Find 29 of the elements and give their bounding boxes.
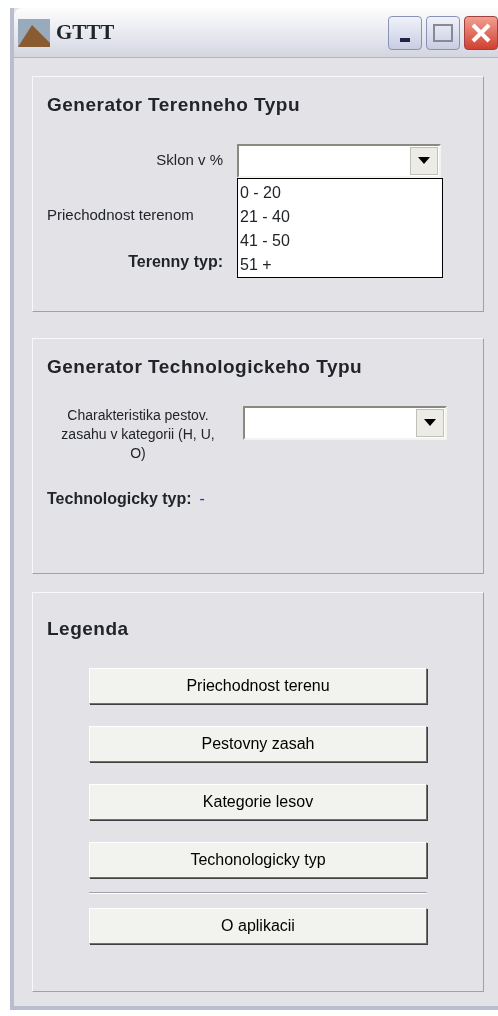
field-label: Charakteristika pestov. zasahu v kategorii (H, U, O) — [60, 405, 216, 463]
field-label: Terenny typ: — [127, 252, 224, 272]
dropdown-option[interactable]: 0 - 20 — [240, 180, 442, 205]
caret-icon — [418, 157, 430, 164]
legend-button[interactable]: Pestovny zasah — [89, 725, 427, 762]
mountain-icon — [18, 18, 50, 47]
field-label: Sklon v % — [155, 150, 224, 171]
result-value: - — [199, 488, 205, 509]
window-title: GTTT — [56, 18, 115, 46]
maximize-icon — [433, 23, 453, 42]
legend-button[interactable]: Kategorie lesov — [89, 783, 427, 820]
section-heading: Generator Terenneho Typu — [47, 93, 302, 117]
close-button[interactable] — [464, 15, 498, 50]
dropdown-button[interactable] — [410, 146, 438, 175]
legend-button[interactable]: Priechodnost terenu — [89, 667, 427, 704]
legend-button[interactable]: Techonologicky typ — [89, 841, 427, 878]
field-label: Priechodnost terenom — [47, 204, 194, 225]
section-heading: Generator Technologickeho Typu — [47, 355, 364, 379]
about-button[interactable]: O aplikacii — [89, 907, 427, 944]
minimize-button[interactable] — [388, 15, 422, 50]
dropdown-option[interactable]: 51 + — [240, 252, 442, 277]
field-label: Technologicky typ: — [47, 488, 192, 509]
dropdown-option[interactable]: 21 - 40 — [240, 204, 442, 229]
dropdown-button[interactable] — [416, 408, 444, 437]
caret-icon — [424, 419, 436, 426]
dropdown-option[interactable]: 41 - 50 — [240, 228, 442, 253]
section-heading: Legenda — [47, 617, 130, 641]
close-icon — [470, 21, 492, 44]
minimize-icon — [400, 37, 410, 42]
